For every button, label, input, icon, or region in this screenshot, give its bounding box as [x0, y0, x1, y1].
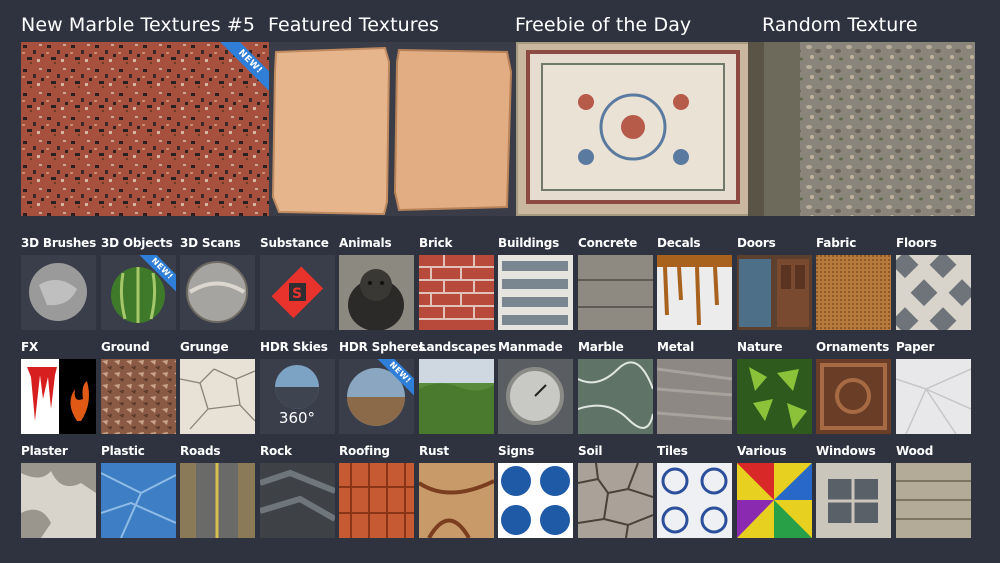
category-label-doors[interactable]: Doors [737, 236, 776, 250]
thumb-rust[interactable] [419, 463, 494, 538]
category-label-3d-objects[interactable]: 3D Objects [101, 236, 173, 250]
category-label-substance[interactable]: Substance [260, 236, 329, 250]
hdr-360-label: 360° [279, 409, 315, 427]
category-label-concrete[interactable]: Concrete [578, 236, 637, 250]
thumb-paper[interactable] [896, 359, 971, 434]
category-label-metal[interactable]: Metal [657, 340, 694, 354]
thumb-wood[interactable] [896, 463, 971, 538]
thumb-3d-brushes[interactable] [21, 255, 96, 330]
category-label-floors[interactable]: Floors [896, 236, 937, 250]
thumb-marble[interactable] [578, 359, 653, 434]
svg-text:S: S [292, 286, 302, 302]
freebie-title[interactable]: Freebie of the Day [515, 14, 691, 36]
thumb-windows[interactable] [816, 463, 891, 538]
thumb-ground[interactable] [101, 359, 176, 434]
random-texture-image[interactable] [764, 42, 975, 216]
category-label-3d-brushes[interactable]: 3D Brushes [21, 236, 96, 250]
category-label-buildings[interactable]: Buildings [498, 236, 559, 250]
thumb-landscapes[interactable] [419, 359, 494, 434]
thumb-roofing[interactable] [339, 463, 414, 538]
category-label-3d-scans[interactable]: 3D Scans [180, 236, 241, 250]
featured-textures-title[interactable]: Featured Textures [268, 14, 439, 36]
thumb-decals[interactable] [657, 255, 732, 330]
thumb-hdr-spheres[interactable]: NEW! [339, 359, 414, 434]
thumb-floors[interactable] [896, 255, 971, 330]
category-label-fx[interactable]: FX [21, 340, 38, 354]
category-label-hdr-spheres[interactable]: HDR Spheres [339, 340, 426, 354]
category-label-manmade[interactable]: Manmade [498, 340, 563, 354]
category-label-soil[interactable]: Soil [578, 444, 603, 458]
thumb-buildings[interactable] [498, 255, 573, 330]
category-label-animals[interactable]: Animals [339, 236, 392, 250]
thumb-plastic[interactable] [101, 463, 176, 538]
thumb-rock[interactable] [260, 463, 335, 538]
category-label-rust[interactable]: Rust [419, 444, 449, 458]
thumb-substance[interactable]: S [260, 255, 335, 330]
thumb-doors[interactable] [737, 255, 812, 330]
thumb-plaster[interactable] [21, 463, 96, 538]
category-label-landscapes[interactable]: Landscapes [419, 340, 496, 354]
category-label-roads[interactable]: Roads [180, 444, 221, 458]
thumb-3d-scans[interactable] [180, 255, 255, 330]
thumb-grunge[interactable] [180, 359, 255, 434]
category-label-plastic[interactable]: Plastic [101, 444, 145, 458]
thumb-nature[interactable] [737, 359, 812, 434]
category-label-tiles[interactable]: Tiles [657, 444, 688, 458]
thumb-soil[interactable] [578, 463, 653, 538]
category-label-rock[interactable]: Rock [260, 444, 292, 458]
thumb-roads[interactable] [180, 463, 255, 538]
thumb-manmade[interactable] [498, 359, 573, 434]
featured-textures-image[interactable] [269, 42, 516, 216]
category-label-ground[interactable]: Ground [101, 340, 150, 354]
category-label-paper[interactable]: Paper [896, 340, 934, 354]
category-label-fabric[interactable]: Fabric [816, 236, 856, 250]
category-label-hdr-skies[interactable]: HDR Skies [260, 340, 328, 354]
category-label-wood[interactable]: Wood [896, 444, 933, 458]
category-label-roofing[interactable]: Roofing [339, 444, 390, 458]
thumb-brick[interactable] [419, 255, 494, 330]
thumb-metal[interactable] [657, 359, 732, 434]
thumb-3d-objects[interactable]: NEW! [101, 255, 176, 330]
thumb-tiles[interactable] [657, 463, 732, 538]
category-label-plaster[interactable]: Plaster [21, 444, 68, 458]
thumb-animals[interactable] [339, 255, 414, 330]
thumb-ornaments[interactable] [816, 359, 891, 434]
category-label-grunge[interactable]: Grunge [180, 340, 229, 354]
freebie-image[interactable] [516, 42, 764, 216]
thumb-concrete[interactable] [578, 255, 653, 330]
new-marble-title[interactable]: New Marble Textures #5 [21, 14, 255, 36]
category-label-marble[interactable]: Marble [578, 340, 624, 354]
thumb-hdr-skies[interactable]: 360° [260, 359, 335, 434]
category-label-decals[interactable]: Decals [657, 236, 701, 250]
thumb-fabric[interactable] [816, 255, 891, 330]
new-marble-image[interactable]: NEW! [21, 42, 269, 216]
random-texture-title[interactable]: Random Texture [762, 14, 918, 36]
category-label-signs[interactable]: Signs [498, 444, 534, 458]
category-label-windows[interactable]: Windows [816, 444, 876, 458]
thumb-various[interactable] [737, 463, 812, 538]
thumb-fx[interactable] [21, 359, 96, 434]
category-label-ornaments[interactable]: Ornaments [816, 340, 889, 354]
category-label-nature[interactable]: Nature [737, 340, 782, 354]
category-label-brick[interactable]: Brick [419, 236, 452, 250]
category-label-various[interactable]: Various [737, 444, 786, 458]
thumb-signs[interactable] [498, 463, 573, 538]
